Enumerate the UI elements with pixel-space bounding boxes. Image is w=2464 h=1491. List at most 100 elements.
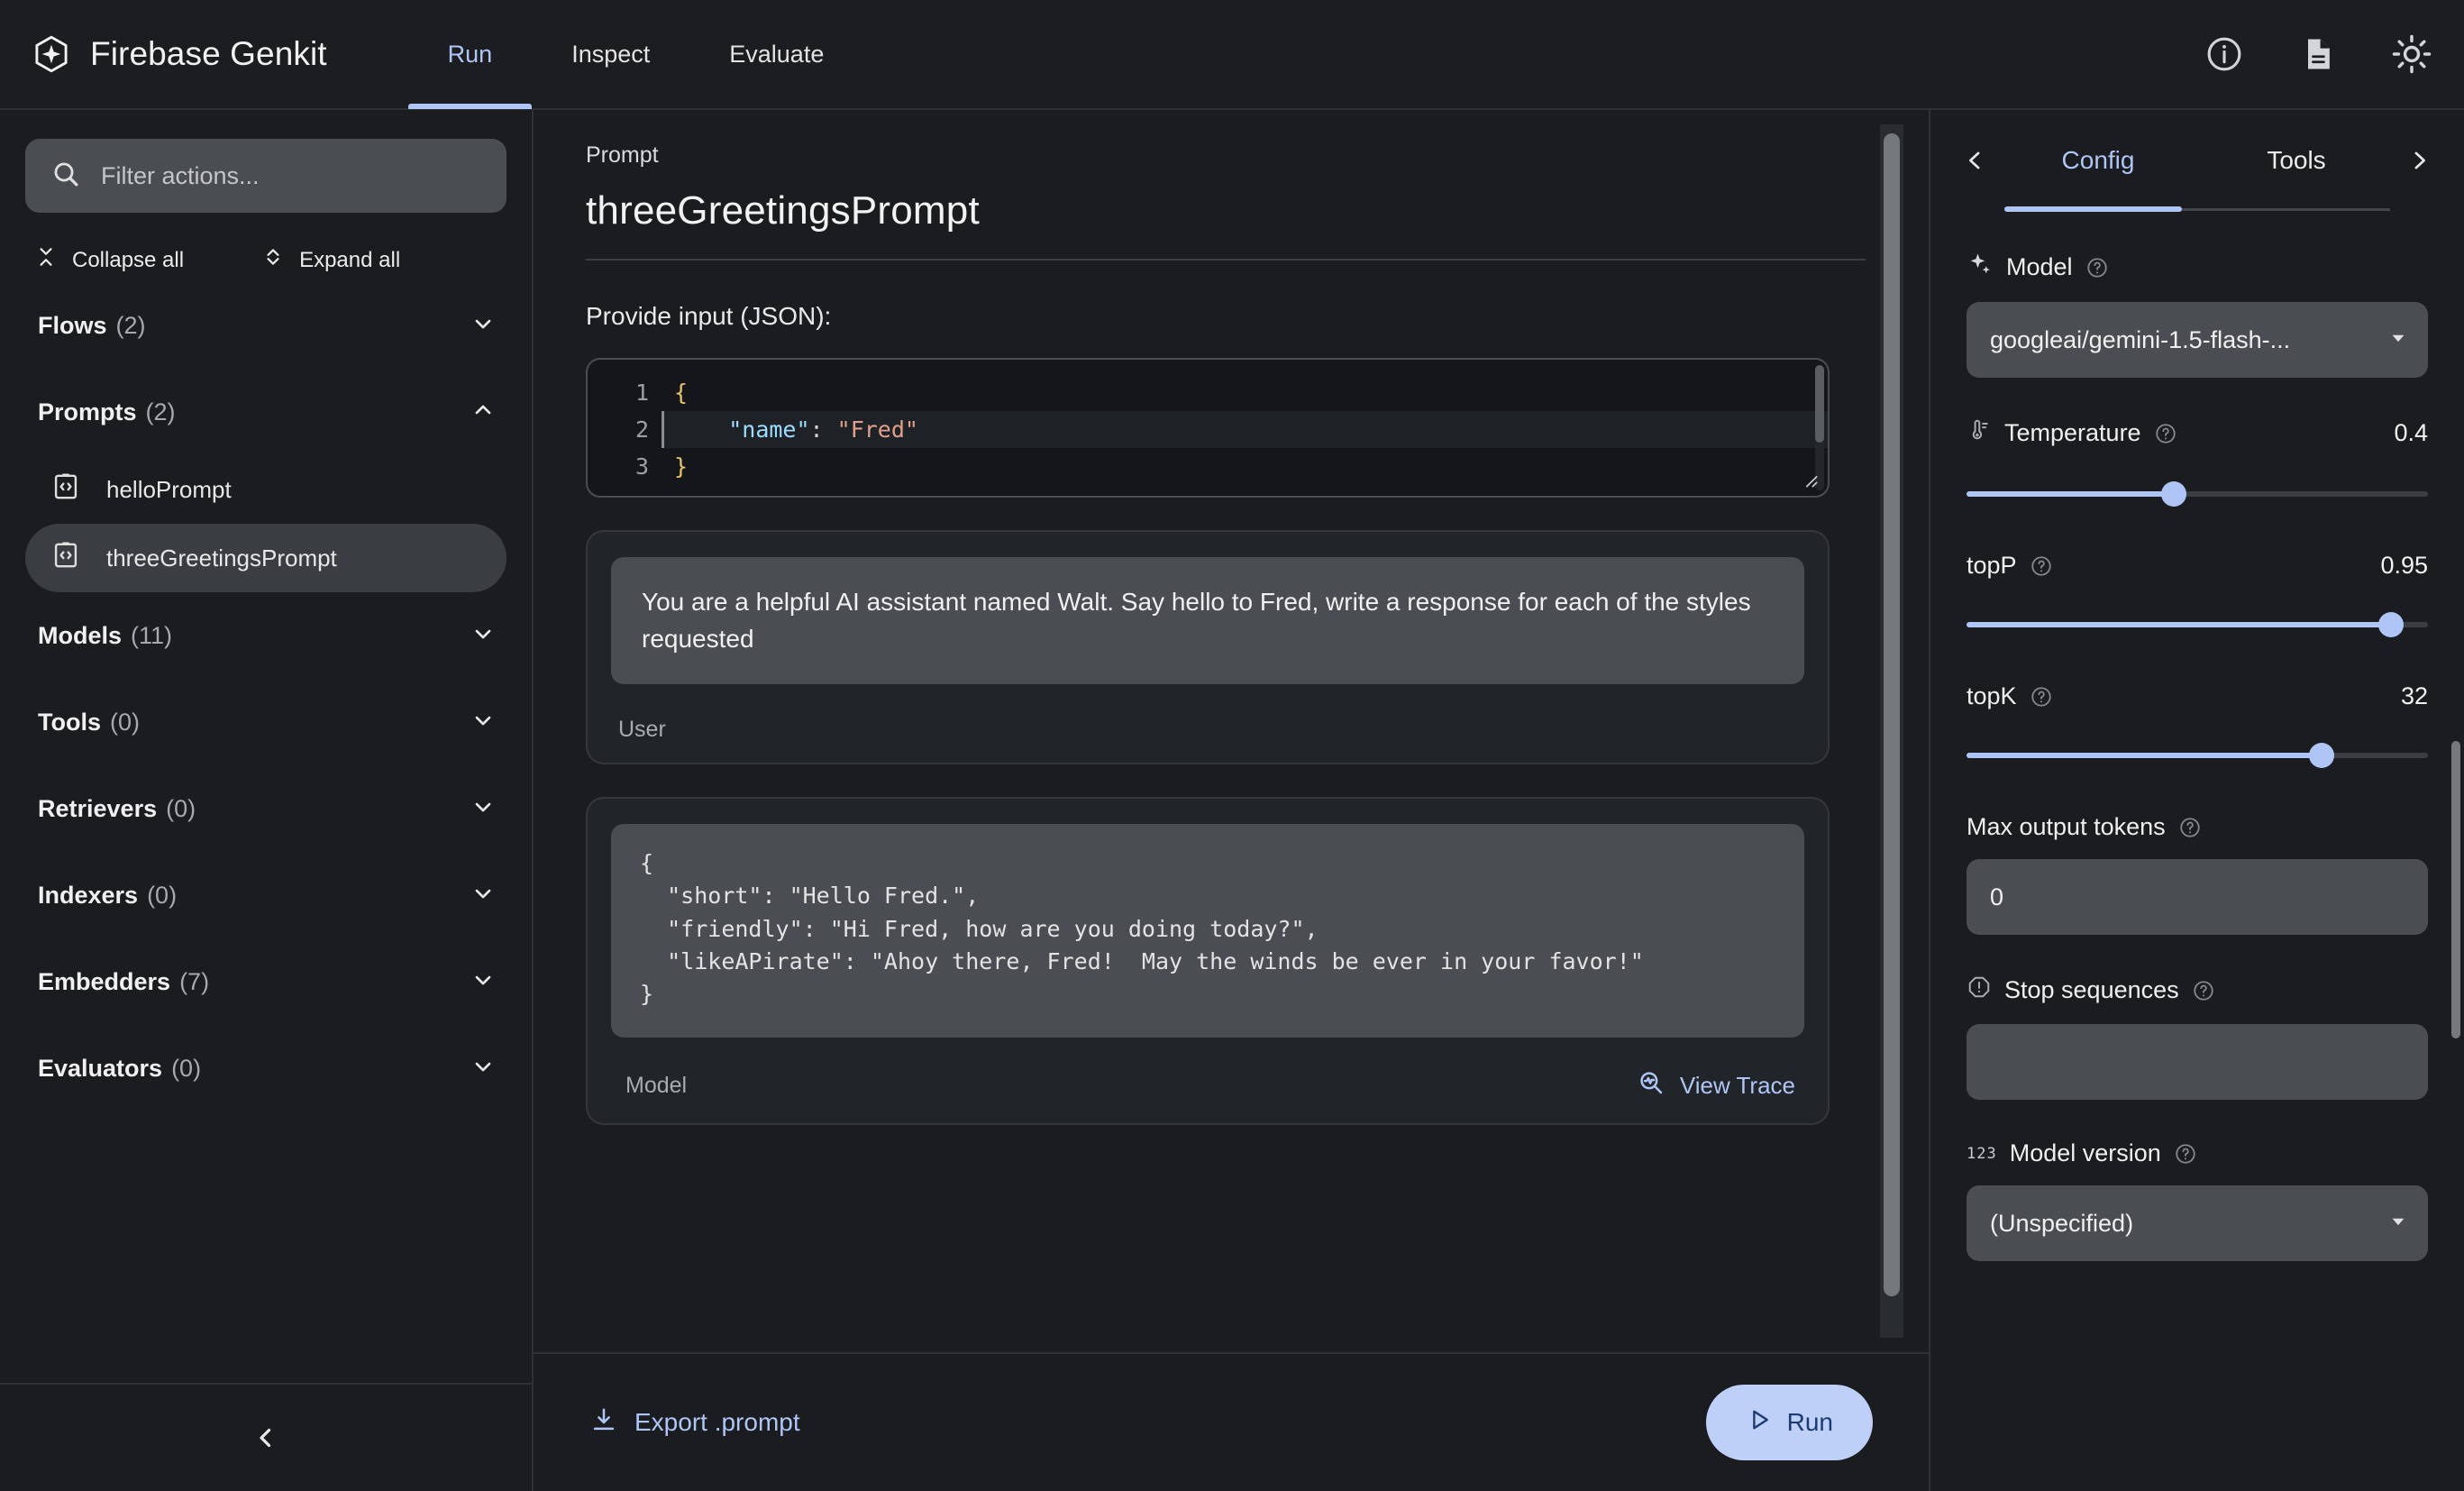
info-icon[interactable] <box>2203 32 2246 76</box>
help-icon[interactable] <box>2085 256 2109 279</box>
section-title: Embedders <box>38 967 171 995</box>
view-trace-label: View Trace <box>1679 1072 1795 1100</box>
config-panel-body: Model googleai/gemini-1.5-flash-... Temp… <box>1930 211 2464 1491</box>
editor-resize-handle[interactable] <box>1797 467 1821 490</box>
model-select[interactable]: googleai/gemini-1.5-flash-... <box>1967 302 2428 378</box>
config-panel-scrollbar-thumb[interactable] <box>2451 741 2460 1038</box>
top-bar-actions <box>2203 32 2433 76</box>
sidebar-section-embedders[interactable]: Embedders (7) <box>25 938 506 1025</box>
section-count: (11) <box>131 621 173 649</box>
center-scrollbar-thumb[interactable] <box>1884 133 1900 1296</box>
slider-thumb[interactable] <box>2309 743 2335 768</box>
line-number: 3 <box>634 453 649 480</box>
sidebar-section-retrievers[interactable]: Retrievers (0) <box>25 765 506 852</box>
play-icon <box>1746 1406 1773 1440</box>
topk-label: topK <box>1967 682 2017 709</box>
chevron-down-icon <box>470 794 496 824</box>
json-open-brace: { <box>674 380 689 406</box>
input-json-editor[interactable]: 1 2 3 { "name": "Fred" } <box>586 358 1830 498</box>
slider-fill <box>1967 753 2323 758</box>
max-output-tokens-label: Max output tokens <box>1967 813 2166 840</box>
sidebar-scroll: Collapse all Expand all Flows (2) <box>0 110 532 1383</box>
section-title: Indexers <box>38 881 139 909</box>
json-close-brace: } <box>674 453 689 480</box>
topk-slider[interactable] <box>1967 737 2428 773</box>
tabs-prev-button[interactable] <box>1952 137 1999 184</box>
tab-tools[interactable]: Tools <box>2197 110 2396 211</box>
warning-octagon-icon <box>1967 974 1992 1006</box>
sidebar-section-prompts[interactable]: Prompts (2) <box>25 369 506 455</box>
export-prompt-button[interactable]: Export .prompt <box>589 1405 800 1441</box>
run-button[interactable]: Run <box>1705 1385 1873 1460</box>
section-count: (2) <box>115 311 146 339</box>
filter-actions-search[interactable] <box>25 139 506 213</box>
expand-all-button[interactable]: Expand all <box>252 238 409 282</box>
sidebar-section-models[interactable]: Models (11) <box>25 592 506 679</box>
max-output-tokens-input[interactable]: 0 <box>1967 859 2428 935</box>
chevron-up-icon <box>470 398 496 427</box>
help-icon[interactable] <box>2154 422 2177 445</box>
help-icon[interactable] <box>2178 816 2202 839</box>
collapse-sidebar-button[interactable] <box>239 1411 293 1465</box>
tabs-next-button[interactable] <box>2396 137 2442 184</box>
sidebar-item-helloprompt[interactable]: helloPrompt <box>25 455 506 524</box>
search-icon <box>50 159 81 194</box>
topk-value: 32 <box>2400 682 2428 709</box>
prompt-icon <box>50 471 81 508</box>
slider-thumb[interactable] <box>2161 481 2187 507</box>
max-output-tokens-value: 0 <box>1990 883 2004 910</box>
temperature-field-label: Temperature 0.4 <box>1967 417 2428 449</box>
model-version-select[interactable]: (Unspecified) <box>1967 1185 2428 1261</box>
model-version-value: (Unspecified) <box>1990 1209 2134 1237</box>
config-panel-tabs: Config Tools <box>1930 110 2464 212</box>
sidebar-section-flows[interactable]: Flows (2) <box>25 282 506 369</box>
sidebar-section-indexers[interactable]: Indexers (0) <box>25 852 506 938</box>
help-icon[interactable] <box>2174 1142 2197 1166</box>
chevron-down-icon <box>470 967 496 997</box>
tab-underline <box>2004 206 2390 212</box>
help-icon[interactable] <box>2192 979 2215 1002</box>
config-panel: Config Tools Model googleai/gemini-1.5-f… <box>1929 110 2464 1491</box>
tab-evaluate[interactable]: Evaluate <box>689 0 863 109</box>
temperature-label: Temperature <box>2004 419 2141 446</box>
section-title: Flows <box>38 311 107 339</box>
editor-code-area[interactable]: { "name": "Fred" } <box>662 360 1828 496</box>
sidebar-item-label: helloPrompt <box>106 475 232 503</box>
brightness-icon[interactable] <box>2390 32 2433 76</box>
search-input[interactable] <box>101 161 481 190</box>
topp-slider[interactable] <box>1967 607 2428 643</box>
sidebar-item-threegreetingsprompt[interactable]: threeGreetingsPrompt <box>25 524 506 592</box>
temperature-slider[interactable] <box>1967 476 2428 512</box>
center-content: Prompt threeGreetingsPrompt Provide inpu… <box>534 142 1929 1179</box>
center-scrollbar[interactable] <box>1880 124 1903 1338</box>
view-trace-button[interactable]: View Trace <box>1637 1068 1804 1103</box>
sidebar-section-evaluators[interactable]: Evaluators (0) <box>25 1025 506 1111</box>
top-bar: Firebase Genkit Run Inspect Evaluate <box>0 0 2464 110</box>
document-icon[interactable] <box>2296 32 2340 76</box>
model-role-label: Model <box>625 1073 688 1099</box>
collapse-all-button[interactable]: Collapse all <box>25 238 193 282</box>
input-json-label: Provide input (JSON): <box>586 302 832 330</box>
collapse-all-icon <box>34 245 58 275</box>
slider-thumb[interactable] <box>2378 612 2405 637</box>
help-icon[interactable] <box>2030 554 2053 578</box>
expand-controls: Collapse all Expand all <box>25 238 506 282</box>
system-message-text: You are a helpful AI assistant named Wal… <box>611 557 1804 685</box>
tab-config[interactable]: Config <box>1999 110 2197 211</box>
topp-field-label: topP 0.95 <box>1967 552 2428 580</box>
model-version-field-label: 123 Model version <box>1967 1139 2428 1167</box>
sidebar-section-tools[interactable]: Tools (0) <box>25 679 506 765</box>
slider-fill <box>1967 491 2175 497</box>
editor-scrollbar-thumb[interactable] <box>1815 365 1824 444</box>
help-icon[interactable] <box>2030 685 2053 709</box>
model-select-value: googleai/gemini-1.5-flash-... <box>1990 325 2291 353</box>
tab-inspect[interactable]: Inspect <box>532 0 689 109</box>
stop-sequences-input[interactable] <box>1967 1024 2428 1100</box>
run-button-label: Run <box>1786 1408 1833 1436</box>
code-line-1: { <box>662 374 1828 411</box>
sidebar-footer <box>0 1383 532 1491</box>
collapse-all-label: Collapse all <box>72 247 185 272</box>
tab-run[interactable]: Run <box>407 0 533 109</box>
page-kicker: Prompt <box>586 142 659 168</box>
title-divider <box>586 259 1866 261</box>
